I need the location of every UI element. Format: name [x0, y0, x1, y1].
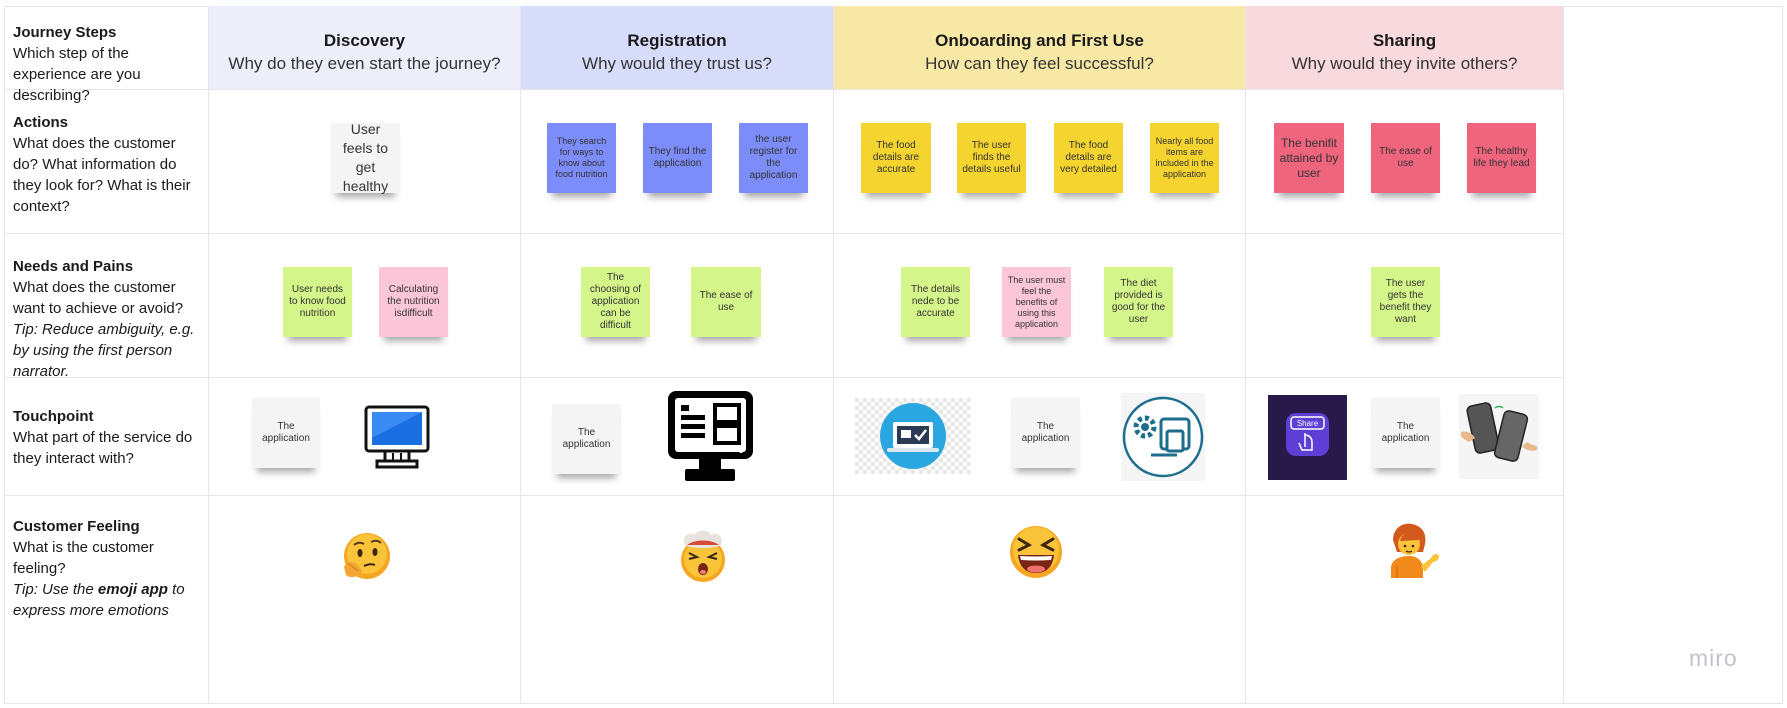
share-button-icon: Share	[1268, 395, 1347, 480]
gear-devices-icon	[1121, 393, 1205, 481]
grid-cell	[521, 234, 834, 378]
row-title: Needs and Pains	[13, 258, 134, 275]
sticky-note-touchpoint[interactable]: The application	[552, 404, 621, 474]
sticky-note-action[interactable]: The food details are very detailed	[1054, 123, 1123, 193]
row-title: Journey Steps	[13, 24, 117, 41]
exploding-head-emoji	[677, 527, 729, 583]
sticky-note-need[interactable]: The diet provided is good for the user	[1104, 267, 1173, 337]
stage-subtitle: Why would they invite others?	[1291, 54, 1518, 73]
phones-icon	[1459, 394, 1539, 479]
row-header-needs-pains: Needs and Pains What does the customer w…	[4, 234, 209, 380]
stage-header-discovery: Discovery Why do they even start the jou…	[209, 6, 521, 90]
terminal-screen-icon	[666, 389, 755, 483]
sticky-note-action[interactable]: The food details are accurate	[861, 123, 931, 193]
sticky-note-action[interactable]: User feels to get healthy	[331, 121, 400, 194]
row-header-journey-steps: Journey Steps Which step of the experien…	[4, 6, 209, 104]
sticky-note-need[interactable]: The details nede to be accurate	[901, 267, 970, 337]
stage-header-onboarding: Onboarding and First Use How can they fe…	[834, 6, 1246, 90]
stage-subtitle: How can they feel successful?	[925, 54, 1154, 73]
sticky-note-touchpoint[interactable]: The application	[1371, 398, 1440, 468]
row-title: Customer Feeling	[13, 518, 140, 535]
stage-title: Registration	[627, 31, 727, 50]
sticky-note-touchpoint[interactable]: The application	[252, 398, 320, 468]
row-header-feeling: Customer Feeling What is the customer fe…	[4, 496, 209, 704]
grid-cell	[209, 496, 521, 704]
sticky-note-need[interactable]: The choosing of application can be diffi…	[581, 267, 650, 337]
row-header-actions: Actions What does the customer do? What …	[4, 90, 209, 234]
row-description: What is the customer feeling?	[13, 539, 154, 577]
row-tip: Tip: Use the emoji app to express more e…	[13, 581, 185, 619]
row-header-touchpoint: Touchpoint What part of the service do t…	[4, 378, 209, 496]
sticky-note-action[interactable]: The user finds the details useful	[957, 123, 1026, 193]
sticky-note-action[interactable]: The healthy life they lead	[1467, 123, 1536, 193]
row-tip: Tip: Reduce ambiguity, e.g. by using the…	[13, 321, 195, 380]
sticky-note-action[interactable]: The ease of use	[1371, 123, 1440, 193]
stage-title: Onboarding and First Use	[935, 31, 1144, 50]
miro-watermark: miro	[1689, 645, 1738, 671]
stage-header-sharing: Sharing Why would they invite others?	[1246, 6, 1564, 90]
sticky-note-pain[interactable]: The user must feel the benefits of using…	[1002, 267, 1071, 337]
stage-subtitle: Why would they trust us?	[582, 54, 772, 73]
stage-title: Discovery	[323, 31, 406, 50]
stage-header-registration: Registration Why would they trust us?	[521, 6, 834, 90]
row-description: What does the customer want to achieve o…	[13, 279, 184, 317]
grinning-squinting-emoji	[1009, 525, 1063, 579]
sticky-note-action[interactable]: The benifit attained by user	[1274, 123, 1344, 193]
sticky-note-need[interactable]: The ease of use	[691, 267, 761, 337]
row-title: Touchpoint	[13, 408, 94, 425]
sticky-note-need[interactable]: User needs to know food nutrition	[283, 267, 352, 337]
laptop-check-icon	[855, 398, 971, 474]
sticky-note-need[interactable]: The user gets the benefit they want	[1371, 267, 1440, 337]
person-tipping-hand-emoji	[1387, 522, 1442, 579]
sticky-note-action[interactable]: They search for ways to know about food …	[547, 123, 616, 193]
sticky-note-action[interactable]: the user register for the application	[739, 123, 808, 193]
stage-subtitle: Why do they even start the journey?	[228, 54, 501, 73]
stage-title: Sharing	[1372, 31, 1437, 50]
monitor-icon	[363, 405, 431, 469]
row-description: What part of the service do they interac…	[13, 429, 193, 467]
sticky-note-pain[interactable]: Calculating the nutrition isdifficult	[379, 267, 448, 337]
sticky-note-action[interactable]: They find the application	[643, 123, 712, 193]
row-description: What does the customer do? What informat…	[13, 135, 191, 215]
row-title: Actions	[13, 114, 69, 131]
thinking-face-emoji	[342, 531, 392, 583]
share-button-text: Share	[1297, 419, 1319, 428]
grid-cell	[209, 234, 521, 378]
sticky-note-action[interactable]: Nearly all food items are included in th…	[1150, 123, 1219, 193]
sticky-note-touchpoint[interactable]: The application	[1011, 398, 1080, 468]
